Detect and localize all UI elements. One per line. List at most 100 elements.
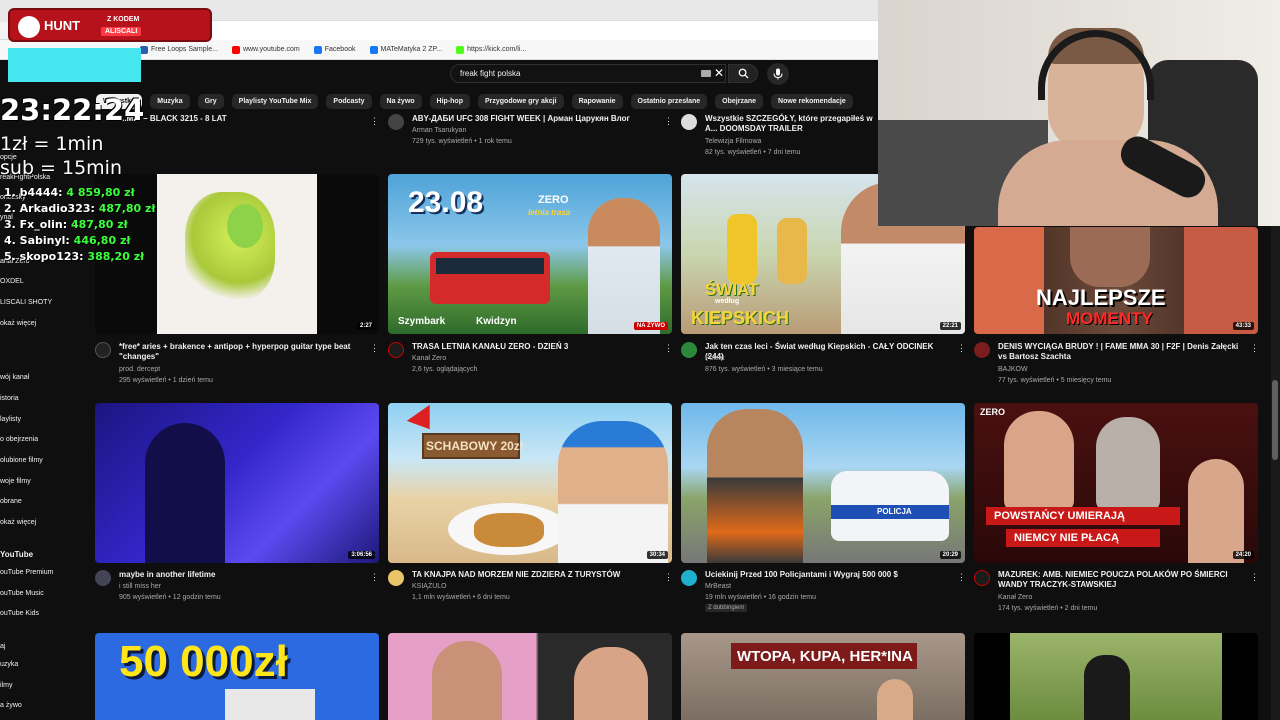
chip-rap[interactable]: Rapowanie	[571, 94, 623, 109]
video-title[interactable]: Jak ten czas leci - Świat według Kiepski…	[705, 342, 950, 362]
video-title[interactable]: MAZUREK: AMB. NIEMIEC POUCZA POLAKÓW PO …	[998, 570, 1243, 590]
channel-name[interactable]: KSIĄŻULO	[412, 581, 447, 592]
more-options-icon[interactable]: ⋮	[1250, 572, 1259, 582]
sidebar-item-live[interactable]: a żywo	[0, 702, 22, 709]
channel-avatar[interactable]	[681, 114, 697, 130]
more-options-icon[interactable]: ⋮	[664, 572, 673, 582]
video-thumbnail[interactable]: POLICJA 20:29	[681, 403, 965, 563]
sidebar-item-kids[interactable]: ouTube Kids	[0, 610, 39, 617]
channel-name[interactable]: BAJKOW	[998, 364, 1028, 375]
video-thumbnail[interactable]	[974, 633, 1258, 720]
sidebar-item-premium[interactable]: ouTube Premium	[0, 569, 53, 576]
thumbnail-art-ball	[227, 204, 263, 248]
youtube-icon	[231, 45, 240, 54]
chip-live[interactable]: Na żywo	[379, 94, 422, 109]
video-title[interactable]: ABY-ДАБИ UFC 308 FIGHT WEEK | Арман Цару…	[412, 114, 662, 124]
sidebar-item-movies[interactable]: ilmy	[0, 682, 12, 689]
chip-hiphop[interactable]: Hip-hop	[429, 94, 470, 109]
sidebar-item-playlists[interactable]: laylisty	[0, 416, 21, 423]
sidebar-item-music-explore[interactable]: uzyka	[0, 661, 18, 668]
sidebar-item-downloads[interactable]: obrane	[0, 498, 22, 505]
chip-new[interactable]: Nowe rekomendacje	[771, 94, 853, 109]
sidebar-item-oxdel[interactable]: OXDEL	[0, 278, 24, 285]
more-options-icon[interactable]: ⋮	[1250, 343, 1259, 353]
voice-search-button[interactable]	[767, 63, 789, 85]
clear-icon[interactable]: ✕	[714, 66, 724, 80]
sidebar-item-watch-later[interactable]: o obejrzenia	[0, 436, 38, 443]
more-options-icon[interactable]: ⋮	[664, 116, 673, 126]
more-options-icon[interactable]: ⋮	[664, 343, 673, 353]
chip-podcasts[interactable]: Podcasty	[326, 94, 372, 109]
video-thumbnail[interactable]: WTOPA, KUPA, HER*INA	[681, 633, 965, 720]
filter-chips: Wszystko Muzyka Gry Playlisty YouTube Mi…	[96, 94, 876, 110]
channel-avatar[interactable]	[681, 570, 697, 586]
more-options-icon[interactable]: ⋮	[957, 343, 966, 353]
video-title[interactable]: TRASA LETNIA KANAŁU ZERO - DZIEŃ 3	[412, 342, 657, 352]
sidebar-show-more[interactable]: okaż więcej	[0, 519, 36, 526]
sidebar: opcje reakFightPolska oncesky ynal anal …	[0, 88, 80, 720]
video-thumbnail[interactable]: 3:06:56	[95, 403, 379, 563]
video-title[interactable]: Wszystkie SZCZEGÓŁY, które przegapiłeś w…	[705, 114, 877, 134]
search-input[interactable]: freak fight polska ✕	[450, 64, 726, 83]
channel-name[interactable]: Kanał Zero	[998, 592, 1032, 603]
bookmark-free-loops[interactable]: Free Loops Sample...	[140, 45, 218, 54]
chip-games[interactable]: Gry	[197, 94, 224, 109]
more-options-icon[interactable]: ⋮	[370, 572, 379, 582]
channel-avatar[interactable]	[388, 114, 404, 130]
thumbnail-face	[432, 641, 502, 720]
video-thumbnail[interactable]: 23.08 ZERO letnia trasa Szymbark Kwidzyn…	[388, 174, 672, 334]
address-bar[interactable]	[210, 20, 878, 40]
thumbnail-label-left: Szymbark	[398, 316, 446, 327]
video-title[interactable]: Uciekinij Przed 100 Policjantami i Wygra…	[705, 570, 950, 580]
chip-mix[interactable]: Playlisty YouTube Mix	[231, 94, 319, 109]
sidebar-item-your-channel[interactable]: wój kanał	[0, 374, 29, 381]
channel-name[interactable]: Telewizja Filmowa	[705, 136, 761, 147]
sidebar-item-aliscali[interactable]: LISCALI SHOTY	[0, 299, 52, 306]
channel-name[interactable]: Kanał Zero	[412, 353, 446, 364]
channel-avatar[interactable]	[974, 570, 990, 586]
sponsor-name: HUNT	[44, 18, 81, 33]
channel-avatar[interactable]	[95, 570, 111, 586]
video-thumbnail[interactable]: SCHABOWY 20zł 30:34	[388, 403, 672, 563]
more-options-icon[interactable]: ⋮	[370, 343, 379, 353]
sidebar-item-history[interactable]: istoria	[0, 395, 19, 402]
bookmark-facebook[interactable]: Facebook	[313, 45, 356, 54]
bookmark-matematyka[interactable]: MATeMatyka 2 ZP...	[369, 45, 442, 54]
channel-avatar[interactable]	[388, 342, 404, 358]
channel-avatar[interactable]	[974, 342, 990, 358]
video-thumbnail[interactable]: NAJLEPSZE MOMENTY 43:33	[974, 227, 1258, 334]
chip-action-adventure[interactable]: Przygodowe gry akcji	[477, 94, 564, 109]
keyboard-icon[interactable]	[701, 70, 711, 77]
sidebar-item-music[interactable]: ouTube Music	[0, 590, 44, 597]
video-thumbnail[interactable]: 50 000zł	[95, 633, 379, 720]
video-thumbnail[interactable]: ZERO POWSTAŃCY UMIERAJĄ NIEMCY NIE PŁACĄ…	[974, 403, 1258, 563]
channel-avatar[interactable]	[388, 570, 404, 586]
more-options-icon[interactable]: ⋮	[957, 572, 966, 582]
sidebar-item-your-videos[interactable]: woje filmy	[0, 478, 31, 485]
channel-avatar[interactable]	[681, 342, 697, 358]
bookmark-kick[interactable]: https://kick.com/li...	[456, 45, 526, 54]
channel-name[interactable]: MrBeast	[705, 581, 731, 592]
channel-name[interactable]: i still miss her	[119, 581, 161, 592]
scrollbar-track[interactable]	[1271, 226, 1280, 720]
scrollbar-thumb[interactable]	[1272, 380, 1278, 460]
video-thumbnail[interactable]	[388, 633, 672, 720]
stream-screen: Free Loops Sample... www.youtube.com Fac…	[0, 0, 1280, 720]
channel-name[interactable]: Polsat	[705, 353, 724, 364]
video-title[interactable]: *free* aries + brakence + antipop + hype…	[119, 342, 364, 362]
bookmark-youtube[interactable]: www.youtube.com	[231, 45, 300, 54]
sidebar-show-more[interactable]: okaż więcej	[0, 320, 36, 327]
video-title[interactable]: maybe in another lifetime	[119, 570, 364, 580]
video-title[interactable]: DENIS WYCIĄGA BRUDY ! | FAME MMA 30 | F2…	[998, 342, 1243, 362]
more-options-icon[interactable]: ⋮	[370, 116, 379, 126]
sidebar-item-liked[interactable]: olubione filmy	[0, 457, 43, 464]
search-button[interactable]	[728, 64, 758, 83]
channel-name[interactable]: prod. dercept	[119, 364, 160, 375]
channel-name[interactable]: Arman Tsarukyan	[412, 125, 466, 136]
chip-watched[interactable]: Obejrzane	[715, 94, 764, 109]
channel-avatar[interactable]	[95, 342, 111, 358]
chip-music[interactable]: Muzyka	[150, 94, 190, 109]
video-title[interactable]: TA KNAJPA NAD MORZEM NIE ZDZIERA Z TURYS…	[412, 570, 657, 580]
chip-recent[interactable]: Ostatnio przesłane	[630, 94, 708, 109]
video-title[interactable]: ...MIA – BLACK 3215 - 8 LAT	[120, 114, 370, 124]
